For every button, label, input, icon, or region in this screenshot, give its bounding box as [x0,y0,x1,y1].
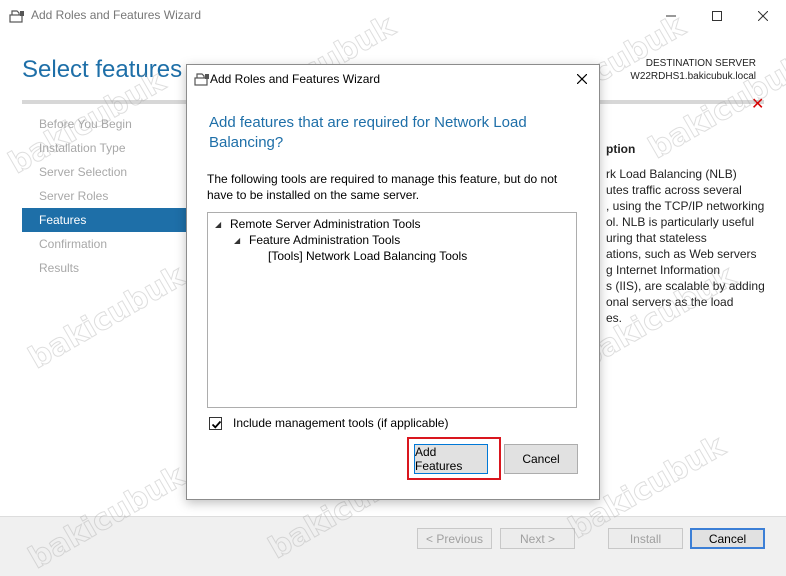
dialog-title: Add Roles and Features Wizard [210,72,381,86]
description-line: ations, such as Web servers [606,247,757,261]
description-title: ption [606,142,636,156]
tree-item[interactable]: Remote Server Administration Tools [230,216,421,232]
server-manager-icon [194,73,209,86]
add-features-dialog: Add Roles and Features Wizard Add featur… [186,64,600,500]
expand-triangle-icon[interactable]: ◢ [234,236,240,245]
close-icon [758,10,768,21]
previous-button[interactable]: < Previous [417,528,492,549]
dialog-close-button[interactable] [569,69,595,89]
install-button[interactable]: Install [608,528,683,549]
dialog-text: The following tools are required to mana… [207,172,558,202]
tree-item[interactable]: Feature Administration Tools [249,232,400,248]
dialog-cancel-button[interactable]: Cancel [504,444,578,474]
next-button[interactable]: Next > [500,528,575,549]
description-line: rk Load Balancing (NLB) [606,167,737,181]
dialog-title-bar: Add Roles and Features Wizard [187,65,599,93]
include-tools-label: Include management tools (if applicable) [233,416,449,430]
dialog-heading: Add features that are required for Netwo… [209,114,527,151]
cancel-wizard-button[interactable]: Cancel [690,528,765,549]
nav-item-features[interactable]: Features [22,208,186,232]
tree-item[interactable]: [Tools] Network Load Balancing Tools [268,248,467,264]
nav-item-server-roles[interactable]: Server Roles [22,184,186,208]
window-title: Add Roles and Features Wizard [31,8,202,22]
description-line: g Internet Information [606,263,721,277]
maximize-button[interactable] [694,0,740,31]
close-icon [577,74,587,84]
features-tree[interactable]: ◢ Remote Server Administration Tools ◢ F… [207,212,577,408]
include-tools-checkbox[interactable] [209,417,222,430]
checkmark-icon [211,420,222,429]
nav-item-confirmation[interactable]: Confirmation [22,232,186,256]
close-window-button[interactable] [740,0,786,31]
description-line: utes traffic across several [606,183,742,197]
description-line: uring that stateless [606,231,707,245]
server-manager-icon [9,10,24,23]
add-features-button[interactable]: Add Features [414,444,488,474]
maximize-icon [712,10,722,21]
expand-triangle-icon[interactable]: ◢ [215,220,221,229]
description-line: , using the TCP/IP networking [606,199,765,213]
description-line: ol. NLB is particularly useful [606,215,755,229]
